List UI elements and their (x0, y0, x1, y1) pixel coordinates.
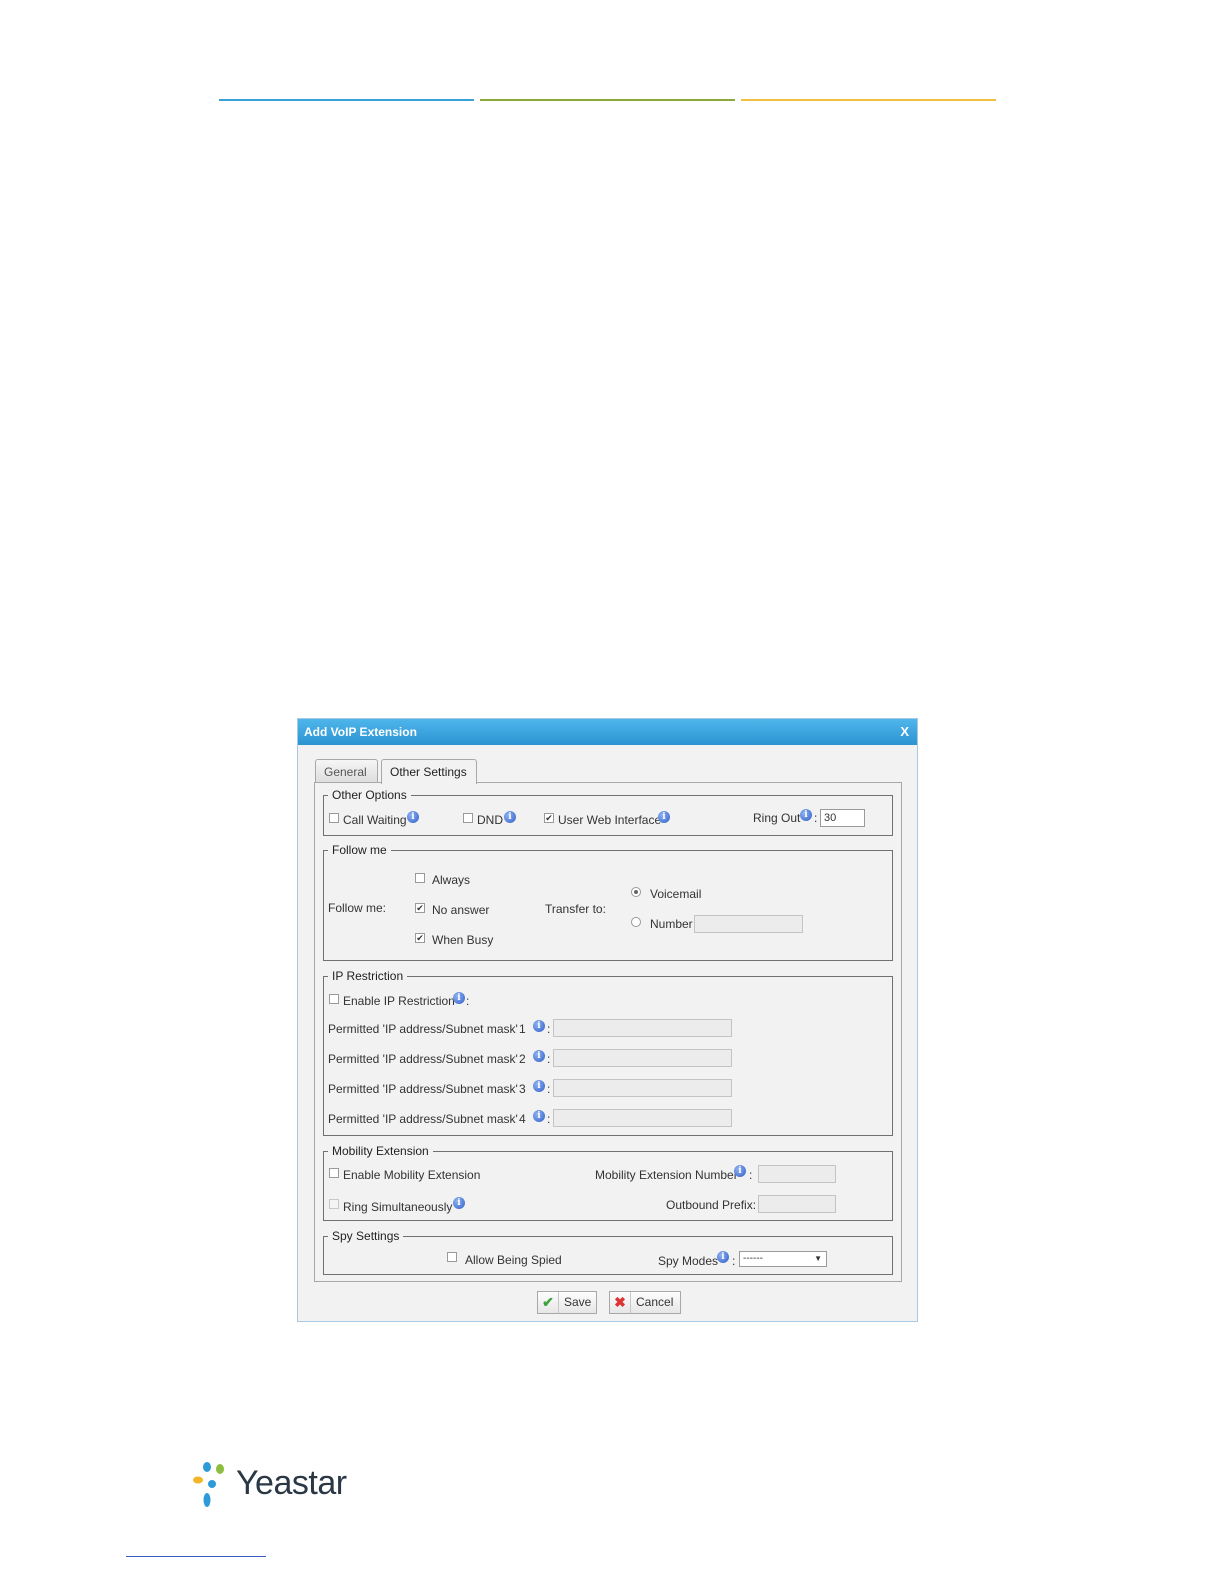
mobility-extension-number-info-icon[interactable]: i (734, 1165, 746, 1177)
allow-being-spied-label: Allow Being Spied (465, 1253, 562, 1267)
chevron-down-icon: ▼ (814, 1254, 822, 1263)
spy-modes-value: ------ (743, 1253, 763, 1264)
permitted-ip-info-icon[interactable]: i (533, 1080, 545, 1092)
permitted-ip-input-2[interactable] (553, 1049, 732, 1067)
dialog-title: Add VoIP Extension (304, 725, 417, 739)
ring-out-info-icon[interactable]: i (800, 809, 812, 821)
enable-ip-restriction-checkbox[interactable] (329, 994, 339, 1004)
ip-restriction-info-icon[interactable]: i (453, 992, 465, 1004)
dnd-info-icon[interactable]: i (504, 811, 516, 823)
header-rule-green (480, 99, 735, 101)
follow-me-label: Follow me: (328, 901, 387, 915)
call-waiting-info-icon[interactable]: i (407, 811, 419, 823)
follow-me-group: Follow me (323, 843, 893, 961)
spy-settings-legend: Spy Settings (332, 1229, 400, 1243)
permitted-ip-colon: : (547, 1082, 551, 1096)
permitted-ip-info-icon[interactable]: i (533, 1110, 545, 1122)
cancel-label: Cancel (636, 1295, 674, 1309)
permitted-ip-colon: : (547, 1052, 551, 1066)
ip-restriction-colon: : (466, 994, 470, 1008)
other-settings-panel: Other Options Call Waiting i DND i ✔ Use… (314, 782, 902, 1282)
outbound-prefix-input[interactable] (758, 1195, 836, 1213)
permitted-ip-input-4[interactable] (553, 1109, 732, 1127)
call-waiting-label: Call Waiting (343, 813, 407, 827)
no-answer-label: No answer (432, 903, 490, 917)
ring-simultaneously-checkbox[interactable] (329, 1199, 339, 1209)
permitted-ip-index: 4 (519, 1112, 526, 1126)
permitted-ip-input-3[interactable] (553, 1079, 732, 1097)
permitted-ip-label: Permitted 'IP address/Subnet mask' (328, 1082, 518, 1096)
permitted-ip-input-1[interactable] (553, 1019, 732, 1037)
close-button[interactable]: X (900, 719, 909, 745)
spy-modes-colon: : (732, 1254, 736, 1268)
user-web-interface-label: User Web Interface (558, 813, 662, 827)
permitted-ip-label: Permitted 'IP address/Subnet mask' (328, 1052, 518, 1066)
permitted-ip-label: Permitted 'IP address/Subnet mask' (328, 1112, 518, 1126)
permitted-ip-colon: : (547, 1022, 551, 1036)
voicemail-radio[interactable] (631, 887, 641, 897)
follow-me-legend: Follow me (332, 843, 387, 857)
permitted-ip-info-icon[interactable]: i (533, 1020, 545, 1032)
mobility-extension-number-label: Mobility Extension Number (595, 1168, 738, 1182)
header-rule-blue (219, 99, 474, 101)
ring-out-colon: : (814, 811, 818, 825)
brand-name: Yeastar (236, 1464, 347, 1502)
allow-being-spied-checkbox[interactable] (447, 1252, 457, 1262)
ring-simultaneously-label: Ring Simultaneously (343, 1200, 453, 1214)
call-waiting-checkbox[interactable] (329, 813, 339, 823)
ring-out-input[interactable]: 30 (820, 809, 865, 827)
spy-modes-select[interactable]: ------ ▼ (739, 1251, 827, 1267)
header-rule-yellow (741, 99, 996, 101)
permitted-ip-label: Permitted 'IP address/Subnet mask' (328, 1022, 518, 1036)
cross-icon: ✖ (610, 1292, 631, 1313)
add-voip-extension-dialog: Add VoIP Extension X General Other Setti… (297, 718, 918, 1322)
other-options-legend: Other Options (332, 788, 407, 802)
checkmark-icon: ✔ (538, 1292, 559, 1313)
always-checkbox[interactable] (415, 873, 425, 883)
enable-mobility-extension-checkbox[interactable] (329, 1168, 339, 1178)
mobility-extension-number-colon: : (749, 1168, 753, 1182)
enable-ip-restriction-label: Enable IP Restriction (343, 994, 455, 1008)
cancel-button[interactable]: ✖ Cancel (609, 1291, 681, 1314)
permitted-ip-index: 3 (519, 1082, 526, 1096)
permitted-ip-colon: : (547, 1112, 551, 1126)
no-answer-checkbox[interactable]: ✔ (415, 903, 425, 913)
footer-rule (126, 1556, 266, 1557)
dnd-label: DND (477, 813, 503, 827)
when-busy-label: When Busy (432, 933, 494, 947)
mobility-extension-number-input[interactable] (758, 1165, 836, 1183)
number-label: Number (650, 917, 693, 931)
permitted-ip-index: 1 (519, 1022, 526, 1036)
save-label: Save (564, 1295, 592, 1309)
ip-restriction-legend: IP Restriction (332, 969, 404, 983)
save-button[interactable]: ✔ Save (537, 1291, 597, 1314)
permitted-ip-info-icon[interactable]: i (533, 1050, 545, 1062)
when-busy-checkbox[interactable]: ✔ (415, 933, 425, 943)
tab-other-settings[interactable]: Other Settings (381, 759, 477, 784)
ring-simultaneously-info-icon[interactable]: i (453, 1197, 465, 1209)
transfer-to-label: Transfer to: (545, 902, 606, 916)
outbound-prefix-label: Outbound Prefix: (666, 1198, 757, 1212)
user-web-interface-info-icon[interactable]: i (658, 811, 670, 823)
spy-modes-info-icon[interactable]: i (717, 1251, 729, 1263)
ring-out-label: Ring Out (753, 811, 801, 825)
voicemail-label: Voicemail (650, 887, 702, 901)
enable-mobility-extension-label: Enable Mobility Extension (343, 1168, 481, 1182)
number-radio[interactable] (631, 917, 641, 927)
number-input[interactable] (694, 915, 803, 933)
dialog-titlebar: Add VoIP Extension X (298, 719, 917, 745)
user-web-interface-checkbox[interactable]: ✔ (544, 813, 554, 823)
spy-modes-label: Spy Modes (658, 1254, 719, 1268)
permitted-ip-index: 2 (519, 1052, 526, 1066)
always-label: Always (432, 873, 471, 887)
yeastar-logo-icon (193, 1462, 224, 1507)
mobility-extension-legend: Mobility Extension (332, 1144, 429, 1158)
dnd-checkbox[interactable] (463, 813, 473, 823)
tab-general[interactable]: General (315, 759, 378, 783)
